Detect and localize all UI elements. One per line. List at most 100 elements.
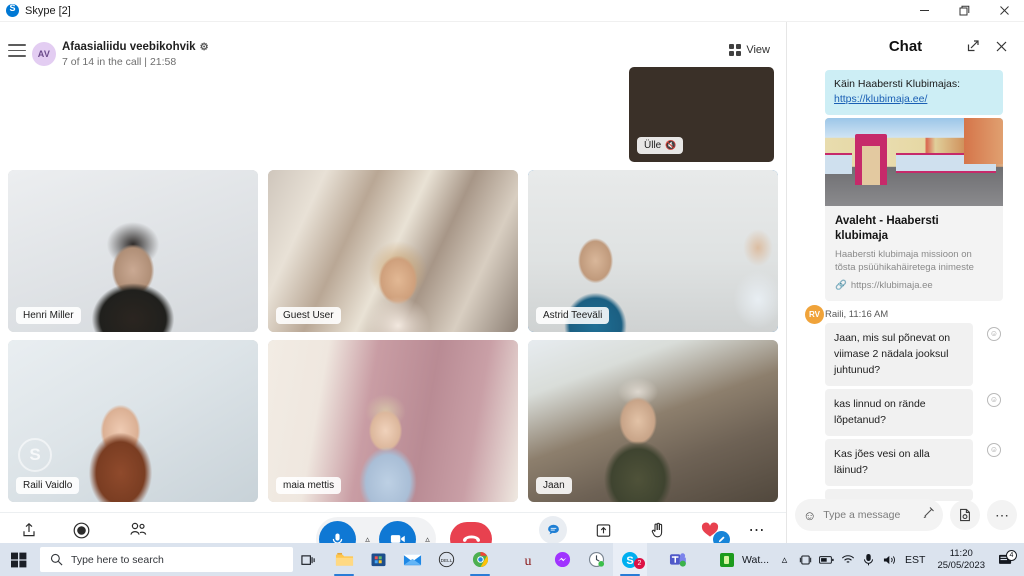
avatar: RV: [805, 305, 824, 324]
self-video-tile[interactable]: Ülle 🔇: [629, 67, 774, 162]
title-bar: Skype [2]: [0, 0, 1024, 22]
tile-name-badge: Astrid Teeväli: [536, 307, 610, 324]
emoji-reaction-icon[interactable]: ☺: [987, 327, 1001, 341]
video-tile-maia-mettis[interactable]: maia mettis: [268, 340, 518, 502]
participant-name: Guest User: [283, 310, 334, 321]
outgoing-message-text: Käin Haabersti Klubimajas:: [834, 78, 961, 90]
microsoft-store-icon[interactable]: [361, 543, 395, 576]
video-tile-astrid-teevali[interactable]: Astrid Teeväli: [528, 170, 778, 332]
link-preview-body: Avaleht - Haabersti klubimaja Haabersti …: [825, 206, 1003, 301]
svg-text:S: S: [626, 555, 633, 567]
chrome-icon[interactable]: [463, 543, 497, 576]
share-screen-icon: [572, 518, 634, 542]
task-view-button[interactable]: [293, 553, 323, 567]
mail-icon[interactable]: [395, 543, 429, 576]
formatting-icon[interactable]: [922, 506, 935, 524]
message-sender: Raili, 11:16 AM: [825, 309, 889, 320]
participant-name: Raili Vaidlo: [23, 480, 73, 491]
restore-icon[interactable]: [944, 0, 984, 22]
group-title: Afaasialiidu veebikohvik ⚙: [62, 41, 209, 53]
chat-title: Chat: [888, 37, 923, 55]
outgoing-message: Käin Haabersti Klubimajas: https://klubi…: [825, 70, 1003, 115]
tile-name-badge: Jaan: [536, 477, 572, 494]
teams-icon[interactable]: [661, 543, 695, 576]
video-tile-jaan[interactable]: Jaan: [528, 340, 778, 502]
svg-text:u: u: [525, 554, 532, 568]
incoming-message-text: Kas jões vesi on alla läinud?: [834, 448, 930, 476]
taskbar-apps: DELL u S 2: [327, 543, 695, 576]
emoji-reaction-icon[interactable]: ☺: [987, 393, 1001, 407]
notification-center-button[interactable]: 4: [992, 549, 1020, 567]
volume-icon[interactable]: [879, 543, 900, 576]
incoming-message: Jaan, mis sul põnevat on viimase 2 nädal…: [825, 323, 1001, 386]
message-list[interactable]: Käin Haabersti Klubimajas: https://klubi…: [787, 70, 1024, 501]
svg-text:DELL: DELL: [440, 558, 452, 564]
search-icon: [50, 553, 63, 566]
emoji-icon[interactable]: ☺: [803, 508, 816, 523]
tray-app-icon[interactable]: [716, 543, 737, 576]
link-preview-title: Avaleht - Haabersti klubimaja: [835, 215, 939, 242]
messenger-icon[interactable]: [545, 543, 579, 576]
link-preview-image: [825, 118, 1003, 206]
taskbar-search[interactable]: Type here to search: [40, 547, 293, 572]
windows-taskbar: Type here to search DELL u S 2 Wat... ▵ …: [0, 543, 1024, 576]
tile-name-badge: maia mettis: [276, 477, 342, 494]
minimize-icon[interactable]: [904, 0, 944, 22]
call-status: 7 of 14 in the call | 21:58: [62, 56, 177, 68]
outgoing-message-link[interactable]: https://klubimaja.ee/: [834, 93, 927, 105]
message-input[interactable]: Type a message: [823, 509, 915, 521]
skype-badge: 2: [634, 558, 645, 569]
tray-app-label[interactable]: Wat...: [737, 554, 774, 566]
skype-logo-icon: [6, 3, 19, 17]
window-title: Skype [2]: [25, 4, 71, 17]
expand-icon[interactable]: [962, 35, 984, 57]
link-preview-description: Haabersti klubimaja missioon on tõsta ps…: [835, 249, 974, 273]
message-input-wrapper[interactable]: ☺ Type a message: [795, 499, 943, 531]
microphone-icon[interactable]: [858, 543, 879, 576]
start-button[interactable]: [0, 543, 38, 576]
link-preview-url: https://klubimaja.ee: [850, 280, 933, 291]
video-tile-raili-vaidlo[interactable]: S Raili Vaidlo: [8, 340, 258, 502]
file-explorer-icon[interactable]: [327, 543, 361, 576]
view-button-label: View: [746, 44, 770, 56]
battery-icon[interactable]: [816, 543, 837, 576]
close-chat-icon[interactable]: [990, 35, 1012, 57]
people-icon: [103, 518, 173, 542]
show-hidden-icons-chevron-icon[interactable]: ▵: [774, 543, 795, 576]
link-preview-card[interactable]: Avaleht - Haabersti klubimaja Haabersti …: [825, 118, 1003, 301]
dell-icon[interactable]: DELL: [429, 543, 463, 576]
hand-icon: [629, 518, 687, 542]
call-header: AV Afaasialiidu veebikohvik ⚙ 7 of 14 in…: [0, 22, 786, 72]
view-button[interactable]: View: [729, 44, 770, 56]
u-app-icon[interactable]: u: [511, 543, 545, 576]
tile-name-badge: Guest User: [276, 307, 341, 324]
chat-panel: Chat Käin Haabersti Klubimajas: https://…: [786, 22, 1024, 543]
taskbar-search-input[interactable]: Type here to search: [71, 554, 164, 566]
chat-header: Chat: [787, 22, 1024, 70]
wifi-icon[interactable]: [837, 543, 858, 576]
share-icon: [0, 518, 58, 542]
taskbar-clock[interactable]: 11:20 25/05/2023: [930, 548, 992, 572]
close-icon[interactable]: [984, 0, 1024, 22]
tile-name-badge: Raili Vaidlo: [16, 477, 80, 494]
attach-file-icon[interactable]: [950, 500, 980, 530]
skype-icon[interactable]: S 2: [613, 543, 647, 576]
notification-count: 4: [1006, 549, 1017, 561]
emoji-reaction-icon[interactable]: ☺: [987, 443, 1001, 457]
screen-cast-icon[interactable]: [795, 543, 816, 576]
video-tile-henri-miller[interactable]: Henri Miller: [8, 170, 258, 332]
menu-icon[interactable]: [8, 44, 26, 58]
clock-app-icon[interactable]: [579, 543, 613, 576]
participant-name: Henri Miller: [23, 310, 74, 321]
link-icon: 🔗: [835, 280, 847, 291]
participant-name: Astrid Teeväli: [543, 310, 603, 321]
grid-view-icon: [729, 44, 742, 56]
locale-indicator[interactable]: EST: [900, 554, 930, 566]
participant-name: maia mettis: [283, 480, 335, 491]
more-options-icon[interactable]: ⋯: [987, 500, 1017, 530]
gear-icon[interactable]: ⚙: [200, 42, 209, 53]
video-tile-guest-user[interactable]: Guest User: [268, 170, 518, 332]
chat-composer: ☺ Type a message ⋯: [787, 495, 1024, 535]
group-title-text: Afaasialiidu veebikohvik: [62, 41, 196, 53]
skype-window: Skype [2] AV Af: [0, 0, 1024, 576]
